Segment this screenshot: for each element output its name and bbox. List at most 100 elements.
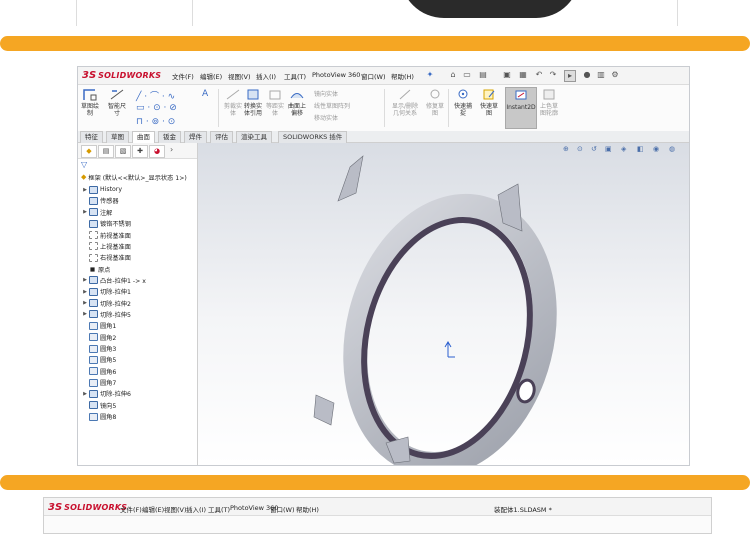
feature-manager-icon[interactable]: ◆ [81,145,97,158]
chevron-right-icon[interactable]: › [170,145,173,154]
repair-sketch-button[interactable]: 修复草 图 [426,87,444,117]
redo-icon[interactable]: ↷ [548,70,558,80]
feat-icon [89,208,98,217]
tree-root[interactable]: ◆ 框架 (默认<<默认>_显示状态 1>) [81,172,193,182]
rect-tool-icon[interactable]: ▭ · ⊙ · ⊘ [136,103,177,113]
menu-help-2[interactable]: 帮助(H) [296,504,319,514]
tree-item[interactable]: 圆角2 [81,332,116,343]
menu-edit[interactable]: 编辑(E) [200,71,222,81]
quick-snaps-button[interactable]: 快速捕 捉 [454,87,472,117]
select-icon[interactable]: ▸ [564,70,576,82]
options-icon[interactable]: ⚙ [610,70,620,80]
move-entities-button[interactable]: 移动实体 [314,113,338,122]
tab-sheet-metal[interactable]: 钣金 [158,131,181,143]
tree-item[interactable]: 传感器 [81,195,119,206]
trim-icon [226,89,240,100]
tree-item[interactable]: ▶ 凸台-拉伸1 -> x [81,275,146,286]
tree-item[interactable]: 圆角5 [81,354,116,365]
undo-icon[interactable]: ↶ [534,70,544,80]
expand-arrow-icon[interactable]: ▶ [81,277,89,283]
print-icon[interactable]: ▦ [518,70,528,80]
tree-item[interactable]: ▶ History [81,184,122,195]
menu-insert[interactable]: 插入(I) [256,71,276,81]
smart-dimension-button[interactable]: 智能尺 寸 [108,87,126,117]
expand-arrow-icon[interactable]: ▶ [81,209,89,215]
tree-item[interactable]: 镜向5 [81,400,116,411]
menu-file-2[interactable]: 文件(F) [120,504,142,514]
tree-item[interactable]: 圆角1 [81,320,116,331]
feat-icon [89,287,98,296]
menu-tools-2[interactable]: 工具(T) [208,504,230,514]
tree-item[interactable]: 前视基准面 [81,229,131,240]
linear-pattern-button[interactable]: 线性草图阵列 [314,101,350,110]
trim-button[interactable]: 剪裁实体 [224,87,242,117]
graphics-viewport[interactable]: ⊕ ⊙ ↺ ▣ ◈ ◧ ◉ ◍ [198,143,689,465]
rapid-sketch-button[interactable]: 快速草 图 [480,87,498,117]
tree-item[interactable]: 右视基准面 [81,252,131,263]
tree-item[interactable]: ▶ 注解 [81,207,112,218]
expand-arrow-icon[interactable]: ▶ [81,391,89,397]
tree-item[interactable]: 圆角7 [81,377,116,388]
tree-item[interactable]: 上视基准面 [81,241,131,252]
tab-surfaces[interactable]: 曲面 [132,131,155,143]
slot-tool-icon[interactable]: ⊓ · ⊚ · ⊙ [136,117,175,127]
tree-item[interactable]: 圆角8 [81,411,116,422]
tab-render-tools[interactable]: 渲染工具 [236,131,272,143]
tree-item[interactable]: ▶ 切除-拉伸1 [81,286,131,297]
instant2d-button[interactable]: Instant2D [505,87,537,129]
tree-item[interactable]: 镀铬不锈钢 [81,218,131,229]
menu-view[interactable]: 视图(V) [228,71,251,81]
expand-arrow-icon[interactable]: ▶ [81,289,89,295]
convert-entities-button[interactable]: 转换实 体引用 [244,87,262,117]
home-icon[interactable]: ⌂ [448,70,458,80]
pin-icon[interactable]: ✦ [425,70,435,80]
tab-features[interactable]: 特征 [80,131,103,143]
mirror-button[interactable]: 镜向实体 [314,89,338,98]
expand-arrow-icon[interactable]: ▶ [81,300,89,306]
filter-icon[interactable]: ▽ [81,160,87,169]
display-manager-icon[interactable]: ◕ [149,145,165,158]
menu-photoview[interactable]: PhotoView 360 [312,71,360,79]
menu-file[interactable]: 文件(F) [172,71,194,81]
menu-window-2[interactable]: 窗口(W) [270,504,295,514]
menu-edit-2[interactable]: 编辑(E) [142,504,164,514]
command-tabs: 特征 草图 曲面 钣金 焊件 评估 渲染工具 SOLIDWORKS 插件 [78,131,689,143]
sketch-icon [83,89,97,101]
tree-item[interactable]: 圆角3 [81,343,116,354]
tree-item[interactable]: ▶ 切除-拉伸6 [81,388,131,399]
menu-view-2[interactable]: 视图(V) [164,504,187,514]
display-relations-button[interactable]: 显示/删除 几何关系 [392,87,418,117]
property-manager-icon[interactable]: ▤ [98,145,114,158]
next-screenshot-strip: 3S SOLIDWORKS 文件(F) 编辑(E) 视图(V) 插入(I) 工具… [43,497,712,534]
rebuild-icon[interactable]: ● [582,70,592,80]
text-tool-icon[interactable]: A [202,89,208,99]
tab-evaluate[interactable]: 评估 [210,131,233,143]
tree-item[interactable]: 原点 [81,263,110,274]
sketch-button[interactable]: 草图绘 制 [81,87,99,117]
tab-sketch[interactable]: 草图 [106,131,129,143]
new-icon[interactable]: ▭ [462,70,472,80]
expand-arrow-icon[interactable]: ▶ [81,187,89,193]
open-icon[interactable]: ▤ [478,70,488,80]
tree-item-label: 镜向5 [100,402,117,410]
line-tool-icon[interactable]: ╱ · ⌒ · ∿ [136,89,175,102]
offset-surface-button[interactable]: 曲面上 偏移 [288,87,306,117]
expand-arrow-icon[interactable]: ▶ [81,311,89,317]
shaded-sketch-contours-button[interactable]: 上色草 图轮廓 [540,87,558,117]
menu-insert-2[interactable]: 插入(I) [186,504,206,514]
tab-weldments[interactable]: 焊件 [184,131,207,143]
tree-item[interactable]: 圆角6 [81,366,116,377]
orange-separator-bottom [0,475,750,490]
menu-tools[interactable]: 工具(T) [284,71,306,81]
offset-entities-button[interactable]: 等距实 体 [266,87,284,117]
tree-item[interactable]: ▶ 切除-拉伸2 [81,298,131,309]
tab-solidworks-addins[interactable]: SOLIDWORKS 插件 [278,131,348,143]
menu-help[interactable]: 帮助(H) [391,71,414,81]
configuration-manager-icon[interactable]: ▧ [115,145,131,158]
file-props-icon[interactable]: ▥ [596,70,606,80]
offset-entities-icon [269,90,281,100]
tree-item[interactable]: ▶ 切除-拉伸5 [81,309,131,320]
save-icon[interactable]: ▣ [502,70,512,80]
menu-window[interactable]: 窗口(W) [361,71,386,81]
dimxpert-icon[interactable]: ✚ [132,145,148,158]
